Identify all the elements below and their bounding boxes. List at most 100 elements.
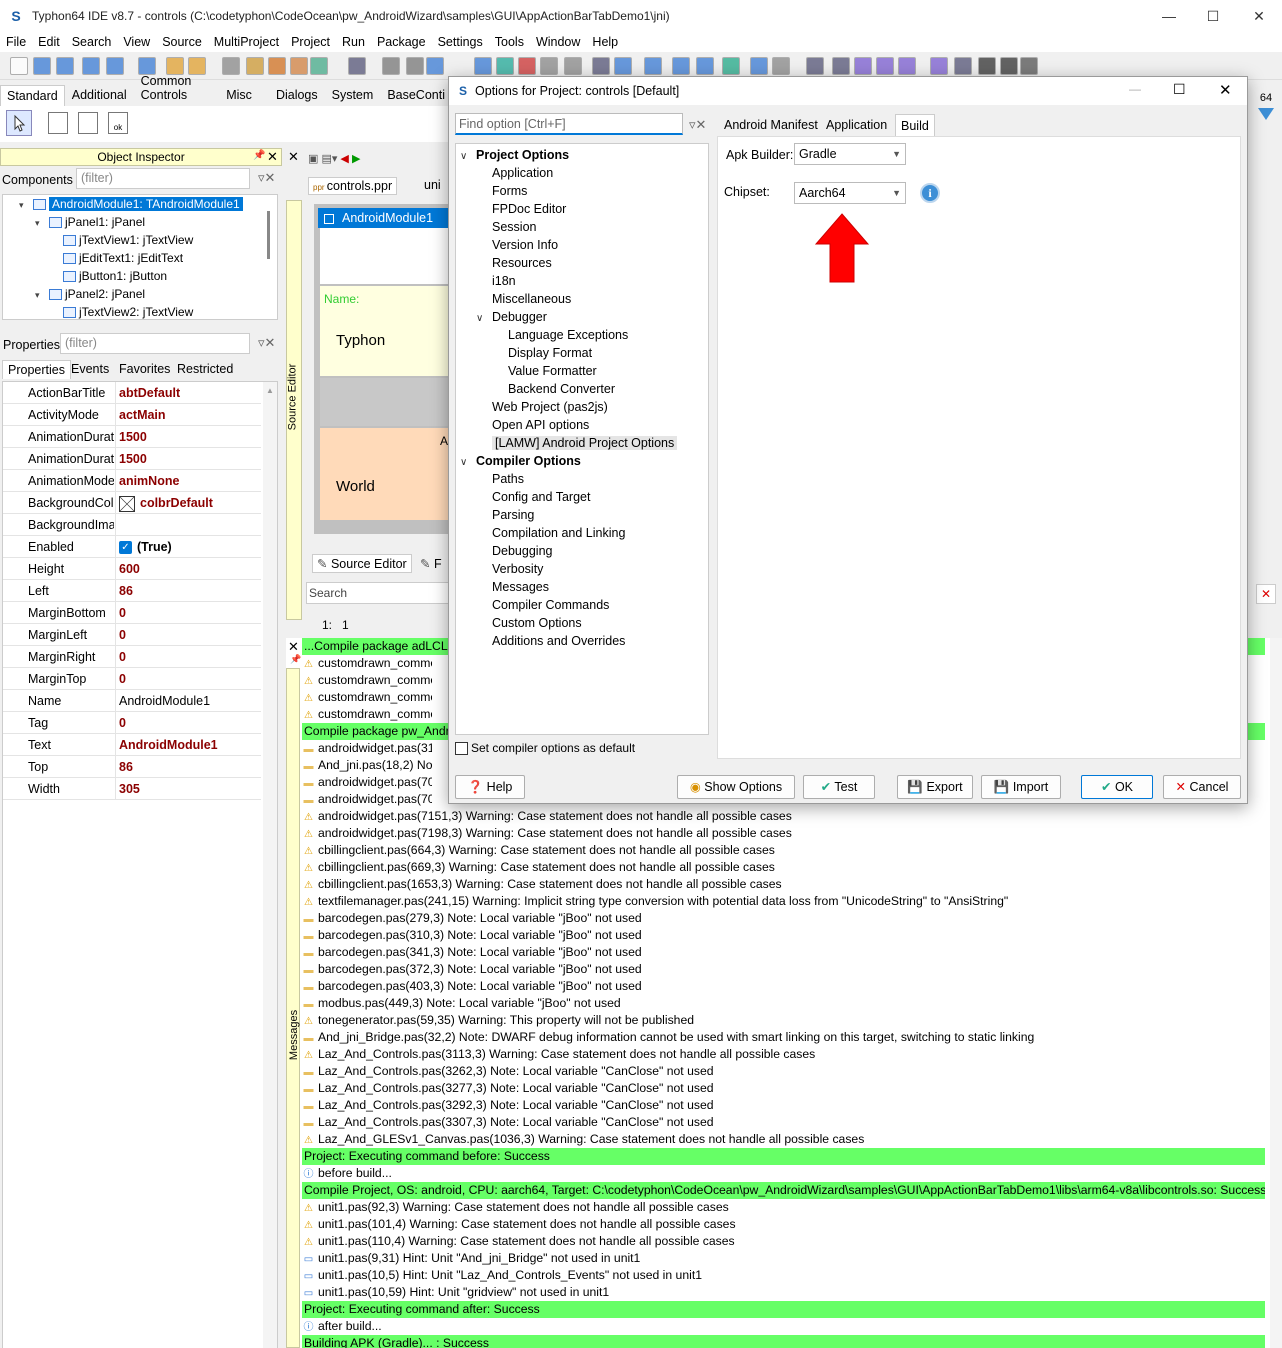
message-line[interactable]: ⚠customdrawn_common.: [302, 672, 432, 689]
property-grid[interactable]: ▲ ▼ ActionBarTitleabtDefaultActivityMode…: [2, 381, 278, 1348]
option-node[interactable]: Config and Target: [476, 488, 590, 506]
jpanel2[interactable]: A World: [320, 428, 450, 520]
pin-icon[interactable]: 📌: [253, 150, 265, 161]
chipset-select[interactable]: Aarch64 ▼: [794, 182, 906, 204]
menu-file[interactable]: File: [0, 35, 32, 49]
jtextview2[interactable]: World: [336, 478, 375, 495]
source-editor-side-tab[interactable]: Source Editor: [286, 200, 302, 620]
option-node[interactable]: Messages: [476, 578, 549, 596]
tab-events[interactable]: Events: [66, 360, 114, 378]
property-value[interactable]: [115, 514, 261, 536]
message-line[interactable]: ⚠customdrawn_common.: [302, 655, 432, 672]
toolbar-button-icon[interactable]: [222, 57, 240, 75]
minimize-button[interactable]: —: [1146, 0, 1192, 32]
option-node[interactable]: Version Info: [476, 236, 558, 254]
component-icon[interactable]: [78, 112, 98, 134]
toolbar-button-icon[interactable]: [426, 57, 444, 75]
message-line[interactable]: ⚠ unit1.pas(110,4) Warning: Case statemen…: [302, 1233, 735, 1250]
option-node[interactable]: Backend Converter: [492, 380, 615, 398]
option-node[interactable]: ∨ Project Options: [460, 146, 569, 164]
palette-scroll[interactable]: 64: [1252, 82, 1280, 130]
message-line[interactable]: ▬ barcodegen.pas(310,3) Note: Local varia…: [302, 927, 642, 944]
set-default-checkbox[interactable]: [455, 741, 468, 755]
toolbar-button-icon[interactable]: [56, 57, 74, 75]
property-value[interactable]: 0: [115, 602, 261, 624]
message-line[interactable]: ▬androidwidget.pas(31,2): [302, 740, 433, 757]
jtextview1[interactable]: Typhon: [336, 332, 385, 349]
toolbar-button-icon[interactable]: [672, 57, 690, 75]
chevron-down-icon[interactable]: ∨: [460, 454, 476, 472]
toolbar-button-icon[interactable]: [564, 57, 582, 75]
tab-source-editor[interactable]: ✎ Source Editor: [312, 554, 412, 573]
property-value[interactable]: ✓ (True): [115, 536, 261, 558]
message-line[interactable]: ⚠ Laz_And_GLESv1_Canvas.pas(1036,3) Warni…: [302, 1131, 864, 1148]
test-button[interactable]: ✔ Test: [803, 775, 875, 799]
tree-node[interactable]: ▾ jPanel1: jPanel: [35, 213, 145, 231]
message-line[interactable]: ⚠ androidwidget.pas(7151,3) Warning: Case…: [302, 808, 792, 825]
properties-filter-input[interactable]: (filter): [60, 333, 250, 354]
toolbar-button-icon[interactable]: [978, 57, 996, 75]
import-button[interactable]: 💾 Import: [981, 775, 1061, 799]
chevron-down-icon[interactable]: ∨: [460, 148, 476, 166]
option-node[interactable]: [LAMW] Android Project Options: [476, 434, 678, 452]
message-line[interactable]: ⚠ unit1.pas(92,3) Warning: Case statement…: [302, 1199, 729, 1216]
message-line[interactable]: ⚠ cbillingclient.pas(664,3) Warning: Case…: [302, 842, 775, 859]
toolbar-button-icon[interactable]: [614, 57, 632, 75]
toolbar-button-icon[interactable]: [406, 57, 424, 75]
option-node[interactable]: Paths: [476, 470, 524, 488]
option-node[interactable]: Language Exceptions: [492, 326, 628, 344]
message-line[interactable]: ▬ Laz_And_Controls.pas(3307,3) Note: Loca…: [302, 1114, 714, 1131]
option-node[interactable]: Compilation and Linking: [476, 524, 625, 542]
message-line[interactable]: Project: Executing command before: Succe…: [302, 1148, 1265, 1165]
tab-android-manifest[interactable]: Android Manifest: [719, 114, 823, 136]
clear-filter-icon[interactable]: ▿✕: [258, 335, 275, 351]
tree-scrollbar[interactable]: [267, 211, 270, 259]
close-icon[interactable]: ✕: [267, 149, 278, 165]
component-tree[interactable]: ▾ AndroidModule1: TAndroidModule1 ▾ jPanel1…: [2, 194, 278, 320]
jbutton1[interactable]: [320, 378, 450, 426]
form-designer[interactable]: AndroidModule1 Name: Typhon A World: [314, 204, 450, 534]
message-line[interactable]: ▬And_jni.pas(18,2) Note: D: [302, 757, 433, 774]
option-node[interactable]: Session: [476, 218, 536, 236]
component-icon[interactable]: [48, 112, 68, 134]
message-line[interactable]: ▬androidwidget.pas(7048,: [302, 791, 433, 808]
tree-node[interactable]: jEditText1: jEditText: [49, 249, 183, 267]
option-node[interactable]: Additions and Overrides: [476, 632, 625, 650]
tree-node[interactable]: jButton1: jButton: [49, 267, 167, 285]
ok-button[interactable]: ✔ OK: [1081, 775, 1153, 799]
toolbar-button-icon[interactable]: [644, 57, 662, 75]
option-node[interactable]: Open API options: [476, 416, 589, 434]
close-icon[interactable]: ✕: [288, 149, 299, 165]
message-line[interactable]: ⚠ tonegenerator.pas(59,35) Warning: This …: [302, 1012, 694, 1029]
tab-build[interactable]: Build: [895, 114, 935, 136]
message-line[interactable]: ▬ barcodegen.pas(372,3) Note: Local varia…: [302, 961, 642, 978]
tab-restricted[interactable]: Restricted: [172, 360, 238, 378]
pin-icon[interactable]: 📌: [290, 654, 301, 665]
message-line[interactable]: Building APK (Gradle)... : Success: [302, 1335, 1265, 1348]
tree-node[interactable]: ▾ AndroidModule1: TAndroidModule1: [19, 195, 243, 213]
set-default-checkbox-row[interactable]: Set compiler options as default: [455, 741, 635, 755]
property-value[interactable]: 1500: [115, 426, 261, 448]
property-value[interactable]: 600: [115, 558, 261, 580]
property-row[interactable]: MarginTop 0: [3, 668, 261, 690]
option-node[interactable]: Parsing: [476, 506, 534, 524]
menu-window[interactable]: Window: [530, 35, 586, 49]
property-row[interactable]: Height 600: [3, 558, 261, 580]
toolbar-button-icon[interactable]: [106, 57, 124, 75]
toolbar-button-icon[interactable]: [772, 57, 790, 75]
message-line[interactable]: ▬ Laz_And_Controls.pas(3292,3) Note: Loca…: [302, 1097, 714, 1114]
grid-scrollbar[interactable]: ▲ ▼: [263, 382, 277, 1348]
close-icon[interactable]: ✕: [1256, 584, 1276, 604]
option-node[interactable]: Application: [476, 164, 553, 182]
property-row[interactable]: Name AndroidModule1: [3, 690, 261, 712]
message-line[interactable]: ▬ And_jni_Bridge.pas(32,2) Note: DWARF de…: [302, 1029, 1035, 1046]
tab-properties[interactable]: Properties: [2, 360, 71, 379]
tab-form[interactable]: ✎ F: [420, 556, 442, 571]
palette-tab-additional[interactable]: Additional: [65, 84, 134, 106]
property-value[interactable]: 305: [115, 778, 261, 800]
option-node[interactable]: i18n: [476, 272, 516, 290]
option-node[interactable]: Verbosity: [476, 560, 543, 578]
show-options-button[interactable]: ◉ Show Options: [677, 775, 795, 799]
property-value[interactable]: 86: [115, 580, 261, 602]
chevron-down-icon[interactable]: ▾: [35, 286, 49, 304]
